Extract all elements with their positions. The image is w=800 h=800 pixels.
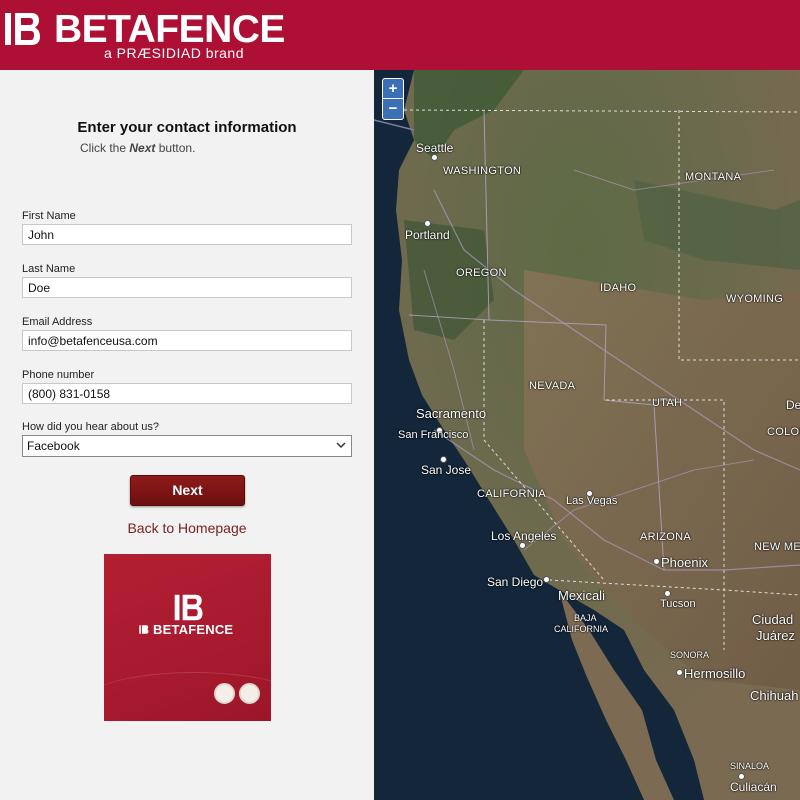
map-label-california: CALIFORNIA: [477, 488, 547, 500]
map-label-chihuahua: Chihuah: [750, 688, 799, 703]
subtitle-suffix: button.: [158, 141, 196, 155]
brand-logo[interactable]: BETAFENCE a PRÆSIDIAD brand: [4, 8, 285, 63]
first-name-label: First Name: [22, 210, 76, 222]
zoom-in-button[interactable]: +: [383, 79, 403, 99]
back-link-text[interactable]: Back to Homepage: [127, 520, 246, 536]
betafence-small-logo-icon: [139, 625, 149, 634]
map-label-mexicali: Mexicali: [558, 588, 605, 603]
city-marker[interactable]: [431, 154, 438, 161]
map-label-tucson: Tucson: [660, 598, 696, 610]
source-label: How did you hear about us?: [22, 421, 159, 433]
quality-seal-icon: [239, 683, 260, 704]
map-label-seattle: Seattle: [416, 141, 454, 155]
zoom-out-button[interactable]: −: [383, 99, 403, 119]
city-marker[interactable]: [519, 542, 526, 549]
map-label-new-mexico: NEW ME: [754, 541, 800, 553]
brand-tagline: a PRÆSIDIAD brand: [104, 45, 244, 61]
map-label-washington: WASHINGTON: [443, 165, 522, 177]
map-label-portland: Portland: [405, 228, 450, 242]
back-to-homepage-link: Back to Homepage: [0, 520, 374, 536]
city-marker[interactable]: [653, 558, 660, 565]
phone-label: Phone number: [22, 369, 95, 381]
first-name-field[interactable]: John: [22, 224, 352, 245]
map-label-utah: UTAH: [652, 397, 683, 409]
contact-panel: Enter your contact information Click the…: [0, 70, 374, 800]
map-label-ciudad: Ciudad: [752, 612, 794, 627]
city-marker[interactable]: [676, 669, 683, 676]
subtitle-prefix: Click the: [80, 141, 127, 155]
email-label: Email Address: [22, 316, 93, 328]
city-marker[interactable]: [738, 773, 745, 780]
map-label-hermosillo: Hermosillo: [684, 666, 746, 681]
map-label-nevada: NEVADA: [529, 380, 576, 392]
chevron-down-icon: [336, 442, 346, 449]
map-label-baja-california: CALIFORNIA: [554, 624, 609, 634]
last-name-field[interactable]: Doe: [22, 277, 352, 298]
betafence-large-logo-icon: [174, 594, 203, 621]
map-label-san-diego: San Diego: [487, 575, 544, 589]
city-marker[interactable]: [664, 590, 671, 597]
last-name-label: Last Name: [22, 263, 76, 275]
city-marker[interactable]: [440, 456, 447, 463]
brand-name: BETAFENCE: [54, 8, 285, 51]
map-label-san-jose: San Jose: [421, 463, 472, 477]
certification-seal-icon: [214, 683, 235, 704]
betafence-logo-icon: [5, 13, 40, 45]
map-label-san-francisco: San Francisco: [398, 429, 469, 441]
map-label-phoenix: Phoenix: [661, 555, 708, 570]
form-subtitle: Click the Next button.: [80, 141, 195, 155]
map-label-los-angeles: Los Angeles: [491, 529, 557, 543]
phone-field[interactable]: (800) 831-0158: [22, 383, 352, 404]
form-title: Enter your contact information: [77, 119, 297, 136]
promo-brand-name: BETAFENCE: [153, 622, 234, 637]
satellite-map[interactable]: + − Seattle WASHINGTON MONTANA Portland …: [374, 70, 800, 800]
map-label-montana: MONTANA: [685, 171, 742, 183]
map-label-sinaloa: SINALOA: [730, 761, 770, 771]
map-label-baja: BAJA: [574, 613, 597, 623]
source-selected-value: Facebook: [27, 439, 80, 453]
map-label-idaho: IDAHO: [600, 282, 637, 294]
city-marker[interactable]: [424, 220, 431, 227]
map-label-juarez: Juárez: [756, 628, 796, 643]
city-marker[interactable]: [543, 576, 550, 583]
map-label-arizona: ARIZONA: [640, 531, 691, 543]
source-select[interactable]: Facebook: [22, 435, 352, 457]
next-button[interactable]: Next: [130, 475, 245, 506]
zoom-control: + −: [382, 78, 404, 120]
map-label-culiacan: Culiacán: [730, 780, 777, 794]
map-label-denver: De: [786, 398, 800, 412]
map-label-wyoming: WYOMING: [726, 293, 784, 305]
subtitle-emphasis: Next: [129, 141, 156, 155]
map-label-sonora: SONORA: [670, 650, 710, 660]
promo-image: BETAFENCE: [104, 554, 271, 721]
map-label-sacramento: Sacramento: [416, 406, 487, 421]
site-header: BETAFENCE a PRÆSIDIAD brand: [0, 0, 800, 70]
map-label-oregon: OREGON: [456, 267, 507, 279]
map-label-colorado: COLOI: [767, 426, 800, 438]
email-field[interactable]: info@betafenceusa.com: [22, 330, 352, 351]
map-label-las-vegas: Las Vegas: [566, 495, 618, 507]
